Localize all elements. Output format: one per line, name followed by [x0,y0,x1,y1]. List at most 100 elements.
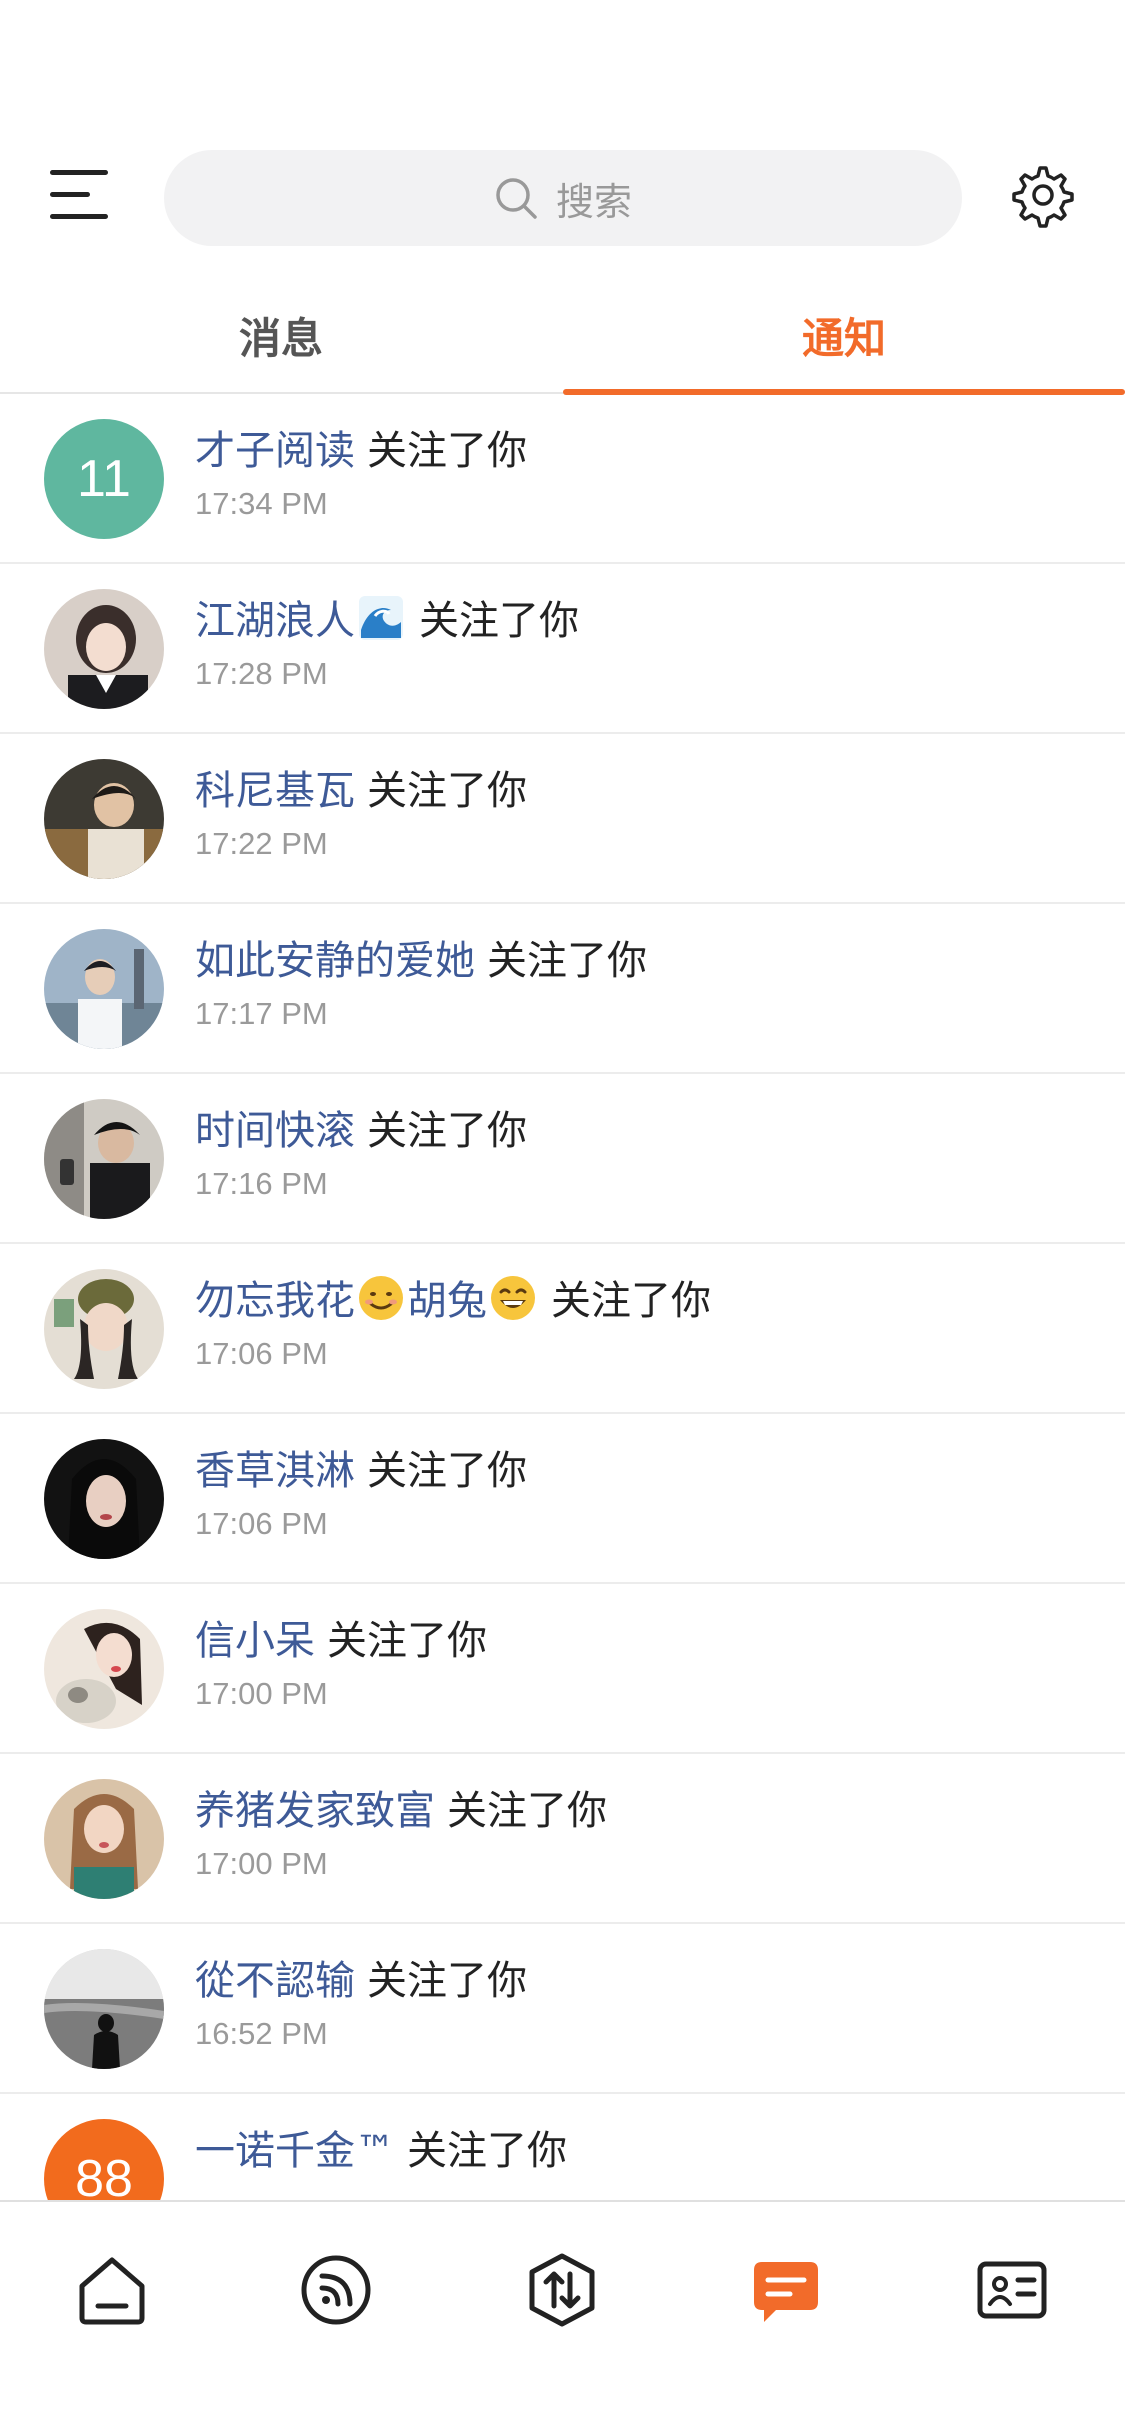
tab-notifications[interactable]: 通知 [563,282,1125,388]
avatar[interactable] [44,1099,164,1219]
search-placeholder: 搜索 [555,179,632,224]
search-icon [496,178,537,219]
list-item[interactable]: 如此安静的爱她 关注了你 17:17 PM [0,904,1125,1074]
nav-home[interactable] [72,2250,152,2330]
action-text: 关注了你 [327,1618,487,1664]
list-item[interactable]: 养猪发家致富 关注了你 17:00 PM [0,1754,1125,1924]
nav-exchange[interactable] [522,2250,602,2330]
timestamp: 16:52 PM [195,2016,328,2051]
action-text: 关注了你 [407,2128,567,2174]
action-text: 关注了你 [367,1958,527,2004]
avatar-photo [44,929,164,1049]
user-name[interactable]: 养猪发家致富 [195,1788,435,1834]
tab-bar: 消息 通知 [0,282,1125,395]
feed-icon [301,2255,371,2325]
timestamp: 17:28 PM [195,656,328,691]
avatar-photo [44,1949,164,2069]
search-input[interactable]: 搜索 [164,150,962,246]
header: 搜索 [0,140,1125,250]
timestamp: 17:16 PM [195,1166,328,1201]
avatar[interactable] [44,759,164,879]
wave-emoji-icon [359,596,403,640]
avatar-photo [44,1779,164,1899]
timestamp: 17:00 PM [195,1676,328,1711]
list-item[interactable]: 时间快滚 关注了你 17:16 PM [0,1074,1125,1244]
user-name[interactable]: 江湖浪人 [195,598,355,644]
notification-text: 信小呆 关注了你 [195,1608,487,1666]
avatar[interactable]: 11 [44,419,164,539]
user-name[interactable]: 时间快滚 [195,1108,355,1154]
user-name[interactable]: 信小呆 [195,1618,315,1664]
action-text: 关注了你 [487,938,647,984]
hamburger-menu-icon [50,170,108,219]
home-icon [79,2257,145,2325]
notification-text: 科尼基瓦 关注了你 [195,758,527,816]
avatar-text: 88 [75,2150,133,2200]
notification-text: 江湖浪人 关注了你 [195,588,579,646]
user-name[interactable]: 科尼基瓦 [195,768,355,814]
notification-text: 才子阅读 关注了你 [195,418,527,476]
notification-list: 11 才子阅读 关注了你 17:34 PM 江湖浪人 关注了你 17:28 PM… [0,394,1125,2200]
nav-contacts[interactable] [972,2250,1052,2330]
notification-text: 勿忘我花 胡兔 关注了你 [195,1268,711,1326]
timestamp: 17:00 PM [195,1846,328,1881]
timestamp: 17:06 PM [195,1336,328,1371]
nav-messages[interactable] [746,2250,826,2330]
message-icon [754,2262,818,2322]
action-text: 关注了你 [367,428,527,474]
avatar[interactable] [44,1439,164,1559]
timestamp: 17:06 PM [195,1506,328,1541]
notification-text: 從不認输 关注了你 [195,1948,527,2006]
notification-text: 时间快滚 关注了你 [195,1098,527,1156]
action-text: 关注了你 [367,1108,527,1154]
action-text: 关注了你 [367,768,527,814]
action-text: 关注了你 [447,1788,607,1834]
list-item[interactable]: 香草淇淋 关注了你 17:06 PM [0,1414,1125,1584]
user-name[interactable]: 香草淇淋 [195,1448,355,1494]
notification-text: 一诺千金™ 关注了你 [195,2118,567,2176]
user-name[interactable]: 勿忘我花 胡兔 [195,1276,539,1324]
contact-card-icon [977,2261,1047,2319]
avatar[interactable] [44,1779,164,1899]
list-item[interactable]: 江湖浪人 关注了你 17:28 PM [0,564,1125,734]
user-name-part: 胡兔 [407,1278,487,1324]
avatar-photo [44,1609,164,1729]
bottom-nav [0,2200,1125,2436]
timestamp: 17:22 PM [195,826,328,861]
notification-text: 香草淇淋 关注了你 [195,1438,527,1496]
avatar-photo [44,1439,164,1559]
user-name[interactable]: 從不認输 [195,1958,355,2004]
list-item[interactable]: 勿忘我花 胡兔 关注了你 17:06 PM [0,1244,1125,1414]
avatar[interactable]: 88 [44,2119,164,2200]
timestamp: 17:34 PM [195,486,328,521]
avatar[interactable] [44,1949,164,2069]
avatar-text: 11 [77,450,131,508]
user-name[interactable]: 才子阅读 [195,428,355,474]
avatar-photo [44,589,164,709]
action-text: 关注了你 [367,1448,527,1494]
avatar-photo [44,1269,164,1389]
tab-messages[interactable]: 消息 [0,282,562,388]
notification-text: 如此安静的爱她 关注了你 [195,928,647,986]
avatar[interactable] [44,1609,164,1729]
list-item[interactable]: 從不認输 关注了你 16:52 PM [0,1924,1125,2094]
list-item[interactable]: 信小呆 关注了你 17:00 PM [0,1584,1125,1754]
avatar-photo [44,1099,164,1219]
user-name[interactable]: 如此安静的爱她 [195,938,475,984]
list-item[interactable]: 科尼基瓦 关注了你 17:22 PM [0,734,1125,904]
list-item[interactable]: 11 才子阅读 关注了你 17:34 PM [0,394,1125,564]
notification-text: 养猪发家致富 关注了你 [195,1778,607,1836]
settings-button[interactable] [1010,162,1076,228]
avatar[interactable] [44,1269,164,1389]
avatar[interactable] [44,929,164,1049]
menu-button[interactable] [40,162,120,228]
avatar-photo [44,759,164,879]
exchange-icon [529,2253,595,2327]
nav-feed[interactable] [296,2250,376,2330]
user-name[interactable]: 一诺千金™ [195,2128,395,2174]
gear-icon [1012,166,1074,228]
action-text: 关注了你 [419,598,579,644]
list-item[interactable]: 88 一诺千金™ 关注了你 [0,2094,1125,2200]
avatar[interactable] [44,589,164,709]
grinning-face-emoji-icon [491,1276,535,1320]
